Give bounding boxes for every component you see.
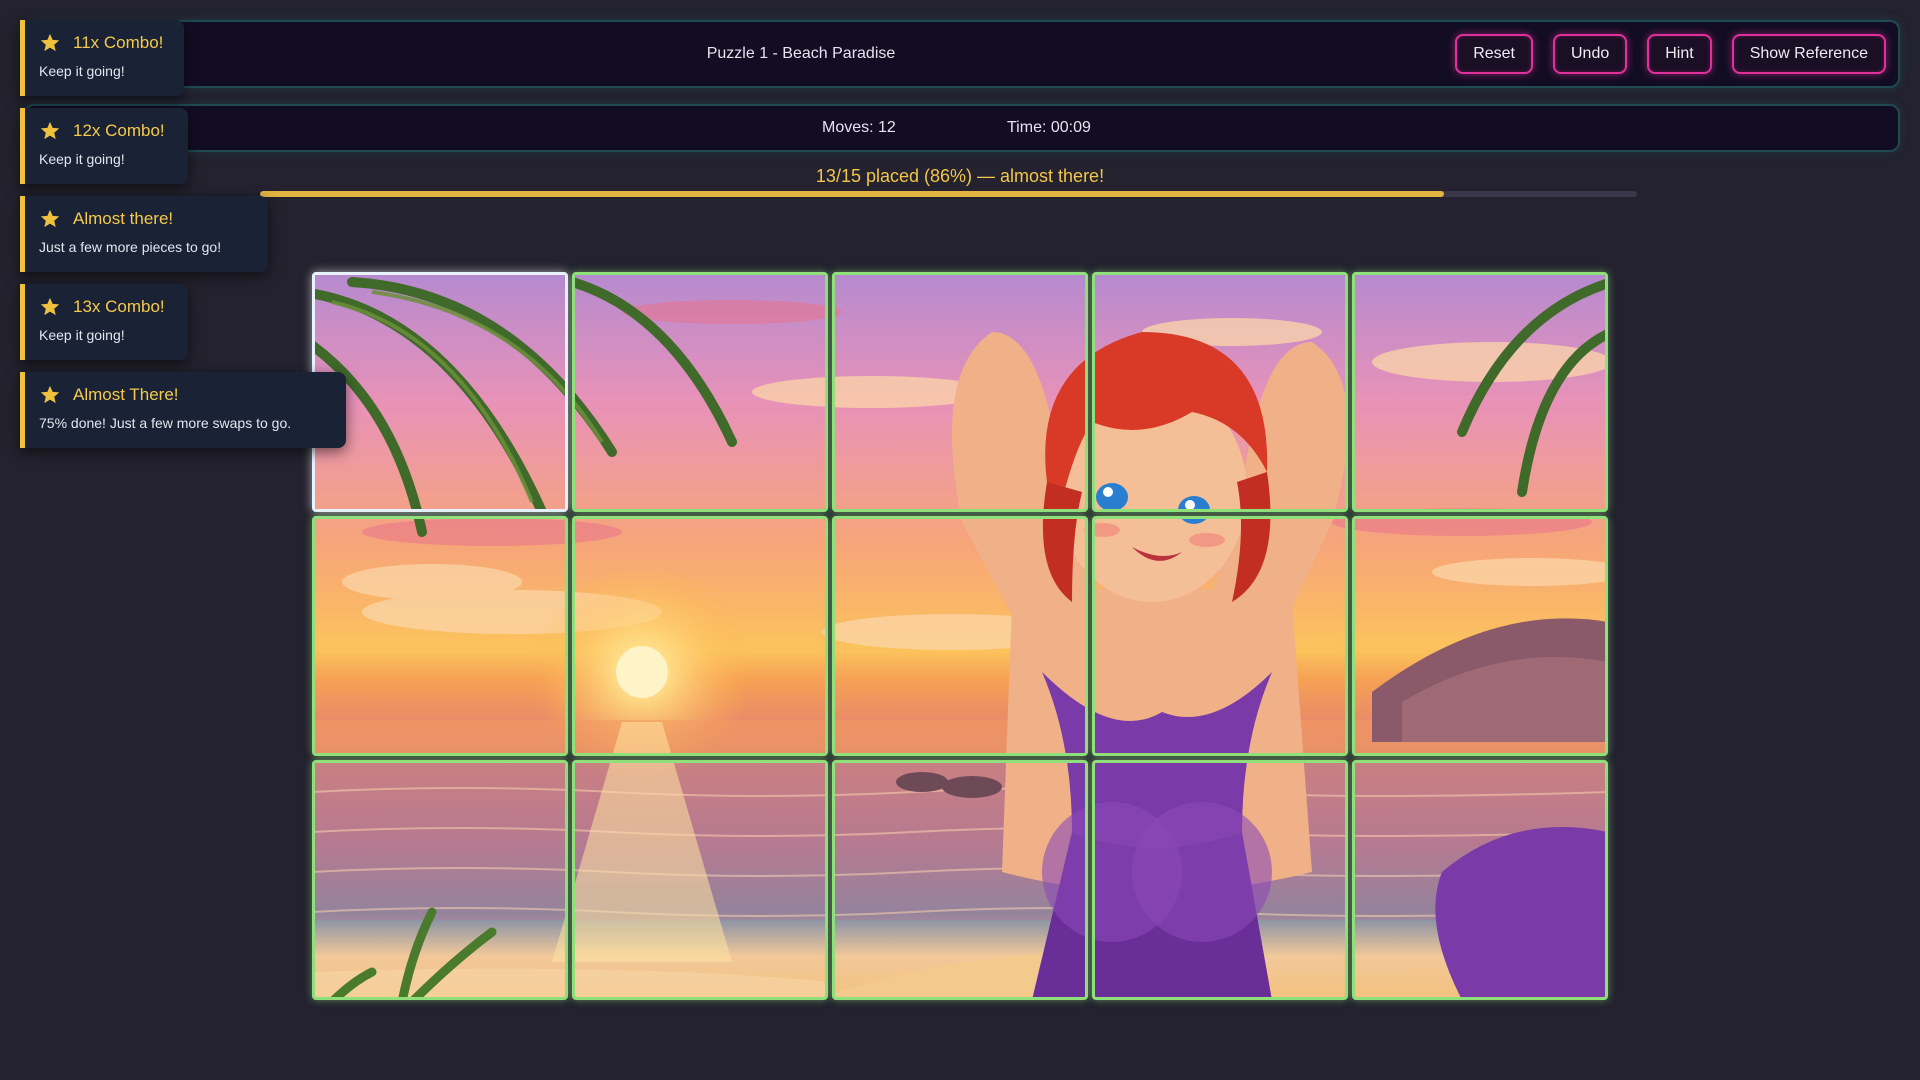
reset-button[interactable]: Reset [1455, 34, 1533, 74]
action-buttons: Reset Undo Hint Show Reference [1455, 34, 1886, 74]
puzzle-tile[interactable] [1092, 272, 1348, 512]
tile-image [315, 763, 565, 997]
toast-message: 75% done! Just a few more swaps to go. [39, 415, 292, 431]
tile-image [1095, 275, 1345, 509]
puzzle-tile[interactable] [1352, 516, 1608, 756]
puzzle-tile[interactable] [312, 760, 568, 1000]
toast-title: 12x Combo! [73, 121, 165, 140]
tile-image [1095, 519, 1345, 753]
tile-image [575, 519, 825, 753]
tile-image [835, 275, 1085, 509]
stats-bar: Moves: 12 Time: 00:09 [24, 104, 1900, 152]
toast-message: Just a few more pieces to go! [39, 239, 222, 255]
toast: 13x Combo! Keep it going! [20, 284, 188, 360]
tile-image [835, 763, 1085, 997]
toast-title: Almost There! [73, 385, 179, 404]
tile-image [575, 763, 825, 997]
tile-image [1355, 275, 1605, 509]
puzzle-tile[interactable] [1352, 272, 1608, 512]
moves-counter: Moves: 12 [822, 119, 896, 136]
puzzle-tile[interactable] [832, 516, 1088, 756]
puzzle-tile[interactable] [312, 272, 568, 512]
star-icon [40, 297, 60, 316]
toast: 12x Combo! Keep it going! [20, 108, 188, 184]
tile-image [1095, 763, 1345, 997]
puzzle-app: Puzzle 1 - Beach Paradise Reset Undo Hin… [0, 0, 1920, 1080]
toast: 11x Combo! Keep it going! [20, 20, 184, 96]
timer: Time: 00:09 [1007, 119, 1091, 136]
toast-title: 13x Combo! [73, 297, 165, 316]
undo-button[interactable]: Undo [1553, 34, 1628, 74]
puzzle-tile[interactable] [1092, 516, 1348, 756]
toast-message: Keep it going! [39, 151, 125, 167]
toast-title: 11x Combo! [73, 33, 164, 52]
toast-title: Almost there! [73, 209, 174, 228]
puzzle-tile[interactable] [572, 516, 828, 756]
puzzle-tile[interactable] [1352, 760, 1608, 1000]
progress-text: 13/15 placed (86%) — almost there! [815, 166, 1105, 186]
puzzle-tile[interactable] [832, 272, 1088, 512]
puzzle-tile[interactable] [312, 516, 568, 756]
star-icon [40, 209, 60, 228]
tile-image [1355, 519, 1605, 753]
puzzle-tile[interactable] [572, 760, 828, 1000]
star-icon [40, 385, 60, 404]
tile-image [575, 275, 825, 509]
progress-fill [260, 191, 1445, 197]
puzzle-tile[interactable] [1092, 760, 1348, 1000]
puzzle-tile[interactable] [832, 760, 1088, 1000]
tile-image [835, 519, 1085, 753]
top-bar: Puzzle 1 - Beach Paradise Reset Undo Hin… [24, 20, 1900, 88]
show-reference-button[interactable]: Show Reference [1731, 34, 1886, 74]
tile-image [1355, 763, 1605, 997]
toast-message: Keep it going! [39, 63, 125, 79]
progress-bar [260, 191, 1637, 197]
puzzle-title: Puzzle 1 - Beach Paradise [706, 45, 896, 62]
hint-button[interactable]: Hint [1647, 34, 1712, 74]
tile-image [315, 275, 565, 509]
toast-message: Keep it going! [39, 327, 125, 343]
star-icon [40, 33, 60, 52]
puzzle-tile[interactable] [572, 272, 828, 512]
tile-image [315, 519, 565, 753]
toast: Almost There! 75% done! Just a few more … [20, 372, 346, 448]
toast: Almost there! Just a few more pieces to … [20, 196, 268, 272]
star-icon [40, 121, 60, 140]
puzzle-board [312, 272, 1608, 1000]
